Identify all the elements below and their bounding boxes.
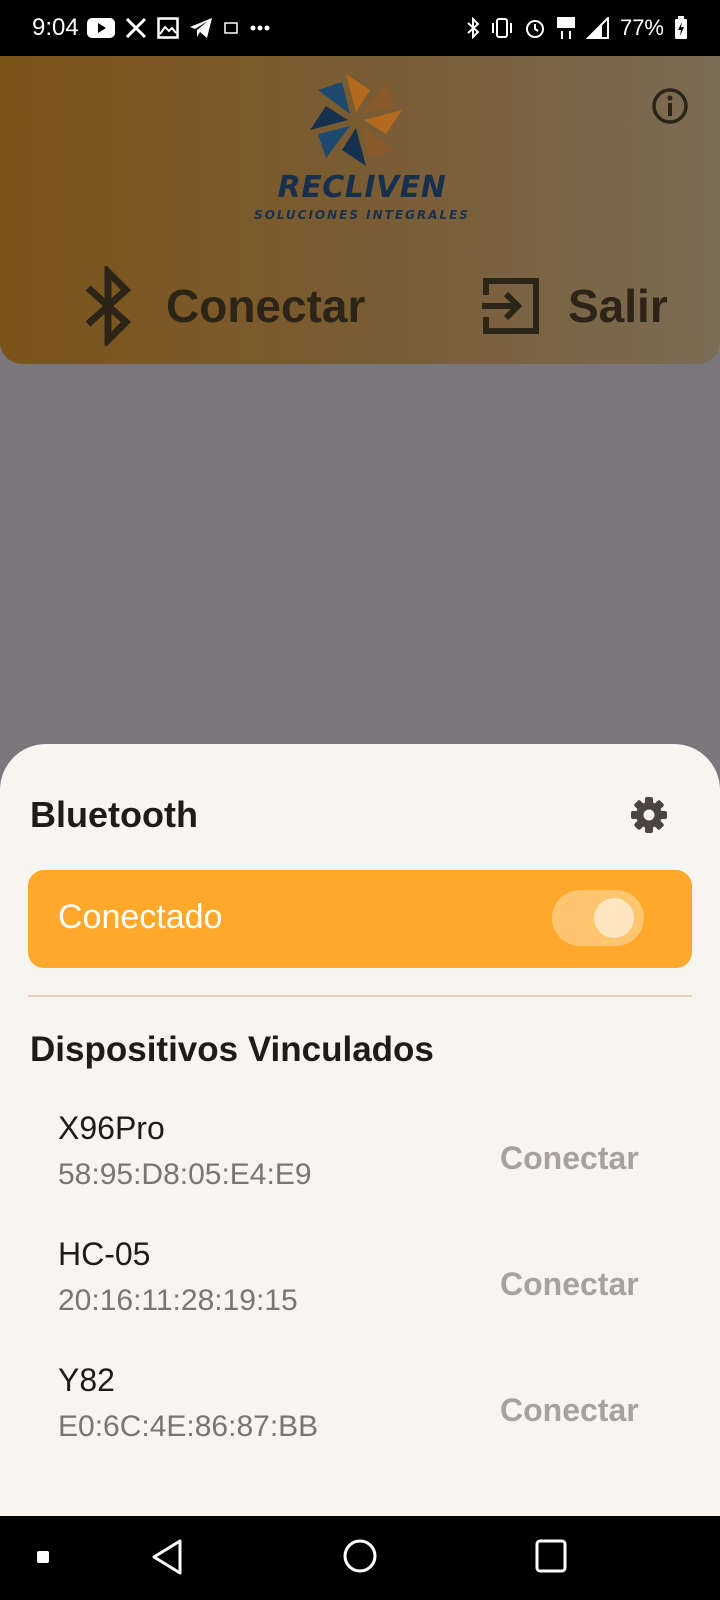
divider [28,995,692,997]
exit-icon [482,278,539,334]
recliven-logo: RECLIVEN SOLUCIONES INTEGRALES [240,70,484,240]
sim-icon [223,16,239,40]
x-icon [125,16,147,40]
device-item: X96Pro 58:95:D8:05:E4:E9 Conectar [0,1100,720,1226]
bluetooth-icon [466,16,480,40]
back-icon[interactable] [150,1538,184,1581]
more-icon [249,16,271,40]
sheet-title: Bluetooth [30,794,198,835]
recents-dot-icon[interactable] [36,1550,50,1569]
app-screen: RECLIVEN SOLUCIONES INTEGRALES Conectar … [0,56,720,1516]
device-name: HC-05 [58,1236,151,1272]
vibrate-icon [490,16,514,40]
navigation-bar [0,1516,720,1600]
logo-wordmark: RECLIVEN [277,170,447,205]
connect-button[interactable]: Conectar [80,256,365,356]
status-right-icons: 77% [466,15,688,41]
telegram-icon [189,16,213,40]
lte-icon [556,16,576,40]
bluetooth-icon [85,266,132,346]
logo-subtitle: SOLUCIONES INTEGRALES [254,208,470,222]
device-connect-button[interactable]: Conectar [500,1258,660,1310]
device-name: Y82 [58,1362,115,1398]
alarm-icon [524,16,546,40]
gear-icon [631,797,667,833]
status-time: 9:04 [32,14,79,41]
device-mac: 20:16:11:28:19:15 [58,1284,298,1317]
device-connect-button[interactable]: Conectar [500,1384,660,1436]
info-icon [652,88,688,124]
battery-percent: 77% [619,15,664,40]
switch-thumb [594,898,634,938]
status-bar: 9:04 77% [0,0,720,56]
gallery-icon [156,16,179,40]
signal-icon [585,16,610,40]
status-left-icons [86,16,271,40]
device-item: Y82 E0:6C:4E:86:87:BB Conectar [0,1352,720,1478]
bluetooth-switch[interactable] [552,890,644,946]
settings-button[interactable] [628,794,670,836]
overview-icon[interactable] [534,1538,568,1579]
device-item: HC-05 20:16:11:28:19:15 Conectar [0,1226,720,1352]
device-mac: 58:95:D8:05:E4:E9 [58,1158,312,1191]
device-connect-button[interactable]: Conectar [500,1132,660,1184]
battery-icon [674,16,688,40]
info-button[interactable] [650,86,690,126]
bluetooth-bottom-sheet: Bluetooth Conectado Dispositivos Vincula… [0,744,720,1516]
connect-label: Conectar [166,280,366,332]
toggle-label: Conectado [58,898,223,936]
header-card: RECLIVEN SOLUCIONES INTEGRALES Conectar … [0,56,720,364]
paired-devices-title: Dispositivos Vinculados [30,1030,434,1069]
bluetooth-toggle-card[interactable]: Conectado [28,870,692,968]
device-mac: E0:6C:4E:86:87:BB [58,1410,319,1443]
exit-button[interactable]: Salir [478,256,668,356]
youtube-icon [86,16,115,40]
exit-label: Salir [568,280,668,332]
paired-device-list: X96Pro 58:95:D8:05:E4:E9 Conectar HC-05 … [0,1100,720,1478]
home-icon[interactable] [342,1538,378,1579]
device-name: X96Pro [58,1110,165,1146]
logo-pinwheel-icon [310,74,402,166]
